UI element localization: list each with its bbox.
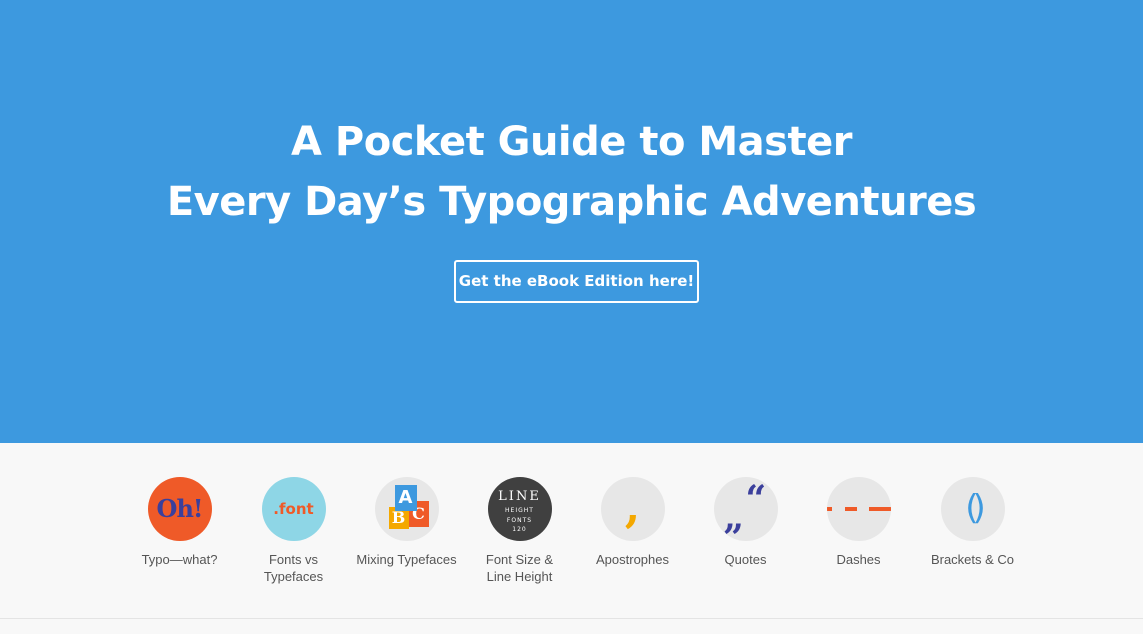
- nav-item-fonts-vs-typefaces[interactable]: .font Fonts vs Typefaces: [237, 477, 350, 585]
- nav-item-label: Typo—what?: [141, 552, 218, 567]
- nav-item-label-line-2: Line Height: [486, 569, 553, 584]
- brackets-icon: (): [940, 477, 1005, 541]
- fonts-glyph: FONTS: [506, 517, 533, 524]
- nav-item-typo-what[interactable]: Oh! Typo—what?: [123, 477, 236, 568]
- nav-item-mixing-typefaces[interactable]: C B A Mixing Typefaces: [350, 477, 463, 568]
- brackets-glyph: (): [965, 488, 986, 528]
- page-title: A Pocket Guide to Master Every Day’s Typ…: [0, 112, 1143, 232]
- nav-item-label-line-1: Fonts vs: [268, 552, 319, 567]
- nav-item-label: Quotes: [724, 552, 767, 567]
- dashes-icon: [826, 477, 891, 541]
- font-glyph: .font: [273, 500, 314, 518]
- nav-item-dashes[interactable]: Dashes: [802, 477, 915, 568]
- nav-item-quotes[interactable]: „ “ Quotes: [689, 477, 802, 568]
- oh-glyph: Oh!: [156, 494, 204, 523]
- hero-banner: A Pocket Guide to Master Every Day’s Typ…: [0, 0, 1143, 443]
- line-height-icon: LINE HEIGHT FONTS 120: [487, 477, 552, 541]
- font-icon: .font: [261, 477, 326, 541]
- dash-short: [826, 507, 832, 511]
- oh-exclamation-icon: Oh!: [147, 477, 212, 541]
- abc-blocks-icon: C B A: [374, 477, 439, 541]
- nav-item-label: Fonts vs Typefaces: [237, 551, 350, 585]
- nav-item-label: Mixing Typefaces: [356, 552, 457, 567]
- nav-item-label-line-1: Font Size &: [485, 552, 554, 567]
- apostrophe-glyph: ,: [624, 482, 641, 533]
- nav-item-label: Font Size & Line Height: [463, 551, 576, 585]
- height-glyph: HEIGHT: [505, 507, 534, 514]
- nav-item-font-size-line-height[interactable]: LINE HEIGHT FONTS 120 Font Size & Line H…: [463, 477, 576, 585]
- dash-long: [868, 507, 891, 511]
- apostrophe-icon: ,: [600, 477, 665, 541]
- quotes-icon: „ “: [713, 477, 778, 541]
- dash-medium: [844, 507, 857, 511]
- block-a: A: [394, 485, 417, 511]
- high-quote-glyph: “: [745, 478, 767, 520]
- nav-item-label-line-2: Typefaces: [263, 569, 324, 584]
- nav-item-brackets[interactable]: () Brackets & Co: [916, 477, 1029, 568]
- page-title-line-1: A Pocket Guide to Master: [291, 119, 852, 165]
- number-glyph: 120: [512, 526, 527, 533]
- nav-item-label: Apostrophes: [596, 552, 669, 567]
- nav-item-apostrophes[interactable]: , Apostrophes: [576, 477, 689, 568]
- page-title-line-2: Every Day’s Typographic Adventures: [166, 179, 977, 225]
- low-quote-glyph: „: [723, 496, 745, 538]
- nav-item-label: Dashes: [836, 552, 881, 567]
- line-glyph: LINE: [498, 489, 541, 504]
- get-ebook-button[interactable]: Get the eBook Edition here!: [454, 260, 699, 303]
- nav-item-label: Brackets & Co: [930, 552, 1015, 567]
- chapter-nav: Oh! Typo—what? .font Fonts vs Typefaces …: [0, 443, 1143, 619]
